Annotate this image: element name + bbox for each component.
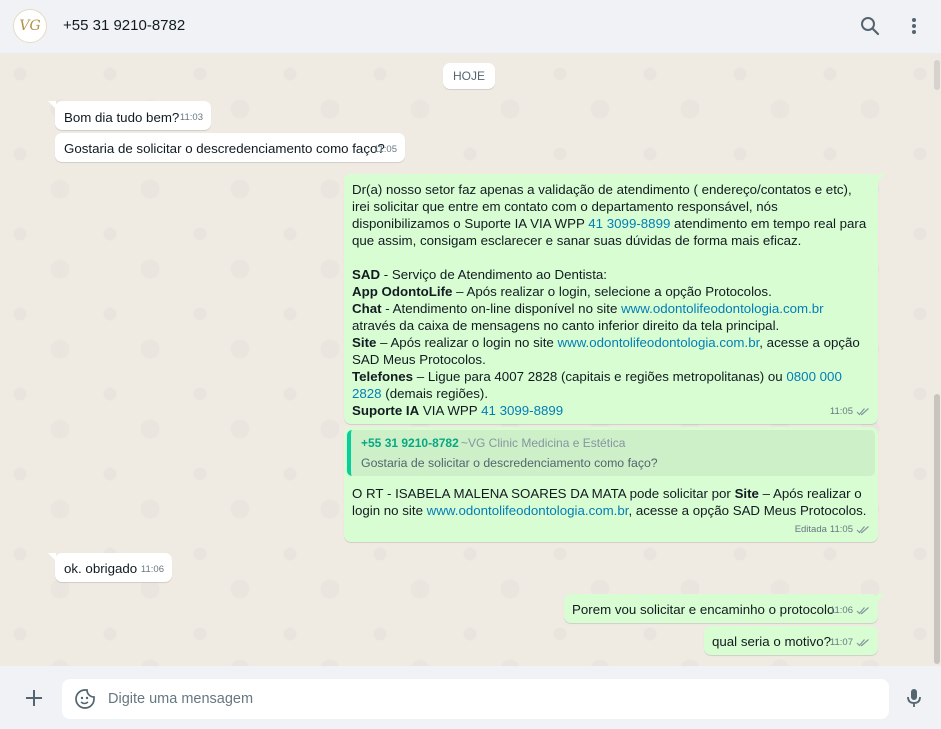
message-time: 11:05 <box>830 403 870 420</box>
website-link[interactable]: www.odontolifeodontologia.com.br <box>427 503 629 518</box>
bubble-tail <box>48 101 56 109</box>
mic-icon[interactable] <box>902 686 926 710</box>
message-text: qual seria o motivo? <box>712 634 831 649</box>
bubble-tail <box>877 594 885 602</box>
message-text: Dr(a) nosso setor faz apenas a validação… <box>352 182 867 418</box>
message-placeholder: Digite uma mensagem <box>108 691 254 707</box>
bubble-tail <box>48 553 56 561</box>
message-text: ok. obrigado <box>64 561 138 576</box>
website-link[interactable]: www.odontolifeodontologia.com.br <box>621 301 824 316</box>
quoted-message[interactable]: +55 31 9210-8782 ~VG Clinic Medicina e E… <box>347 430 875 476</box>
outgoing-message[interactable]: Dr(a) nosso setor faz apenas a validação… <box>344 174 885 424</box>
website-link[interactable]: www.odontolifeodontologia.com.br <box>557 335 759 350</box>
quoted-pushname: ~VG Clinic Medicina e Estética <box>461 436 626 450</box>
outgoing-message[interactable]: qual seria o motivo? 11:07 <box>704 626 878 655</box>
message-text: Gostaria de solicitar o descredenciament… <box>64 141 385 156</box>
message-time: 11:06 <box>830 602 870 619</box>
outgoing-reply-message[interactable]: +55 31 9210-8782 ~VG Clinic Medicina e E… <box>344 427 878 542</box>
double-check-icon <box>856 407 870 416</box>
message-text: Porem vou solicitar e encaminho o protoc… <box>572 602 835 617</box>
message-input[interactable]: Digite uma mensagem <box>62 679 889 719</box>
message-time: 11:05 <box>373 144 397 155</box>
composer-bar: Digite uma mensagem <box>0 666 941 729</box>
more-vertical-icon[interactable] <box>902 14 926 38</box>
plus-icon[interactable] <box>22 686 46 710</box>
scrollbar-thumb[interactable] <box>934 394 940 664</box>
scrollbar-top <box>934 60 940 90</box>
double-check-icon <box>856 606 870 615</box>
quoted-sender: +55 31 9210-8782 <box>361 436 459 450</box>
search-icon[interactable] <box>858 14 882 38</box>
phone-link[interactable]: 41 3099-8899 <box>588 216 670 231</box>
incoming-message[interactable]: Bom dia tudo bem? 11:03 <box>48 101 211 130</box>
message-list[interactable]: HOJE Bom dia tudo bem? 11:03 Gostaria de… <box>0 54 941 666</box>
chat-header: VG +55 31 9210-8782 <box>0 0 941 54</box>
message-text: O RT - ISABELA MALENA SOARES DA MATA pod… <box>352 486 867 518</box>
edited-label: Editada <box>794 524 827 535</box>
message-time: 11:06 <box>140 564 164 575</box>
sticker-icon[interactable] <box>74 688 96 710</box>
contact-name[interactable]: +55 31 9210-8782 <box>63 17 185 34</box>
incoming-message[interactable]: ok. obrigado 11:06 <box>48 553 172 582</box>
double-check-icon <box>856 525 870 534</box>
message-time: Editada 11:05 <box>795 521 870 538</box>
message-time: 11:03 <box>179 112 203 123</box>
double-check-icon <box>856 638 870 647</box>
phone-link[interactable]: 41 3099-8899 <box>481 403 563 418</box>
bubble-tail <box>877 174 885 182</box>
message-time: 11:07 <box>830 634 870 651</box>
contact-avatar[interactable]: VG <box>13 9 47 43</box>
quoted-text: Gostaria de solicitar o descredenciament… <box>361 456 658 470</box>
incoming-message[interactable]: Gostaria de solicitar o descredenciament… <box>55 133 405 162</box>
date-separator: HOJE <box>443 63 496 89</box>
outgoing-message[interactable]: Porem vou solicitar e encaminho o protoc… <box>564 594 885 623</box>
message-text: Bom dia tudo bem? <box>64 110 180 125</box>
